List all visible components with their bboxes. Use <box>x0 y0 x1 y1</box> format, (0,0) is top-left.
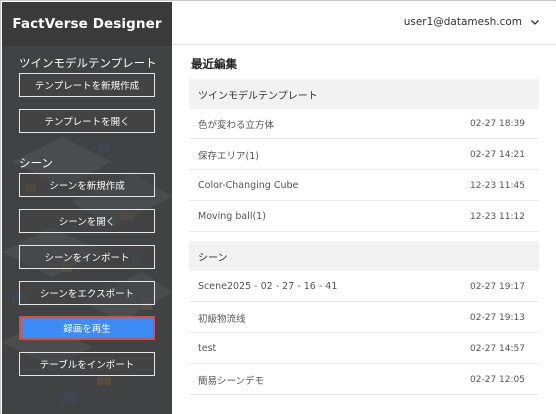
item-date: 12-23 11:12 <box>470 211 525 222</box>
template-list-heading: ツインモデルテンプレート <box>189 79 539 109</box>
list-item[interactable]: 初級物流线 02-27 19:13 <box>189 303 539 333</box>
item-name: test <box>198 343 217 354</box>
item-date: 02-27 19:17 <box>470 281 525 292</box>
item-date: 02-27 19:13 <box>470 312 525 323</box>
item-name: 簡易シーンデモ <box>198 375 265 387</box>
item-name: 保存エリア(1) <box>198 150 259 162</box>
top-bar: user1@datamesh.com <box>172 2 556 45</box>
item-name: Scene2025 - 02 - 27 - 16 - 41 <box>198 281 338 292</box>
list-item[interactable]: Scene2025 - 02 - 27 - 16 - 41 02-27 19:1… <box>189 272 539 302</box>
template-section-heading: ツインモデルテンプレート <box>19 56 157 70</box>
import-table-button[interactable]: テーブルをインポート <box>19 352 155 376</box>
item-name: Color-Changing Cube <box>198 180 299 191</box>
new-scene-button[interactable]: シーンを新規作成 <box>19 173 155 197</box>
list-item[interactable]: 色が変わる立方体 02-27 18:39 <box>189 109 539 139</box>
sidebar: FactVerse Designer ツインモデルテンプレート テンプレートを新… <box>2 2 172 414</box>
open-template-button[interactable]: テンプレートを開く <box>19 109 155 133</box>
play-recording-button[interactable]: 録画を再生 <box>19 316 155 340</box>
item-name: 色が変わる立方体 <box>198 119 275 131</box>
item-date: 02-27 14:57 <box>470 343 525 354</box>
app-window: FactVerse Designer ツインモデルテンプレート テンプレートを新… <box>0 0 556 414</box>
list-item[interactable]: 簡易シーンデモ 02-27 12:05 <box>189 365 539 395</box>
import-scene-button[interactable]: シーンをインポート <box>19 245 155 269</box>
new-template-button[interactable]: テンプレートを新規作成 <box>19 73 155 97</box>
list-item[interactable]: Color-Changing Cube 12-23 11:45 <box>189 171 539 201</box>
recent-edits-panel: 最近編集 ツインモデルテンプレート 色が変わる立方体 02-27 18:39 保… <box>172 45 556 414</box>
app-title: FactVerse Designer <box>2 2 172 46</box>
item-date: 02-27 18:39 <box>470 118 525 129</box>
user-email: user1@datamesh.com <box>403 16 522 28</box>
chevron-down-icon <box>530 17 540 27</box>
list-item[interactable]: test 02-27 14:57 <box>189 334 539 364</box>
list-item[interactable]: Moving ball(1) 12-23 11:12 <box>189 202 539 232</box>
item-name: Moving ball(1) <box>198 211 266 222</box>
item-date: 02-27 12:05 <box>470 374 525 385</box>
scene-section-heading: シーン <box>19 156 53 170</box>
list-item[interactable]: 保存エリア(1) 02-27 14:21 <box>189 140 539 170</box>
export-scene-button[interactable]: シーンをエクスポート <box>19 281 155 305</box>
user-menu[interactable]: user1@datamesh.com <box>404 16 540 28</box>
open-scene-button[interactable]: シーンを開く <box>19 209 155 233</box>
item-date: 12-23 11:45 <box>470 180 525 191</box>
item-name: 初級物流线 <box>198 313 246 325</box>
page-title: 最近編集 <box>191 57 237 71</box>
item-date: 02-27 14:21 <box>470 149 525 160</box>
scene-list-heading: シーン <box>189 241 539 271</box>
